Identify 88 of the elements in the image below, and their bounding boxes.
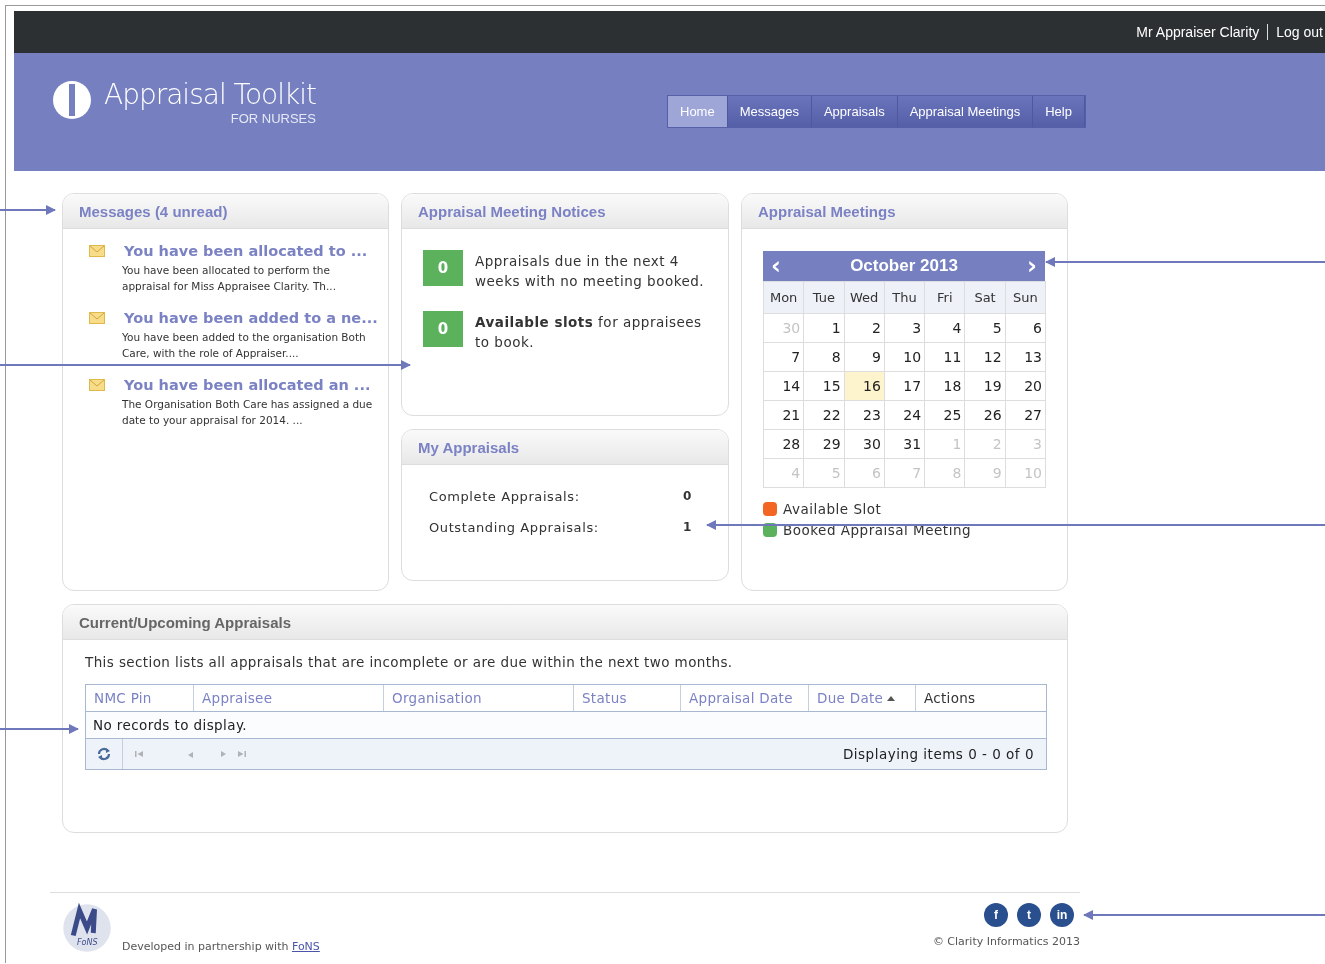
nav-tab[interactable]: Messages: [727, 96, 812, 127]
calendar-day[interactable]: 15: [803, 371, 845, 401]
logout-link[interactable]: Log out: [1276, 24, 1323, 40]
weekday-header: Fri: [924, 281, 965, 314]
social-link[interactable]: in: [1050, 903, 1074, 927]
social-link[interactable]: f: [984, 903, 1008, 927]
calendar-day[interactable]: 29: [803, 429, 845, 459]
weekday-header: Thu: [884, 281, 925, 314]
calendar-day[interactable]: 13: [1005, 342, 1046, 372]
calendar-day[interactable]: 30: [844, 429, 885, 459]
calendar-day[interactable]: 10: [884, 342, 925, 372]
empty-message: No records to display.: [93, 717, 248, 733]
calendar-day[interactable]: 22: [803, 400, 845, 430]
weekday-header: Tue: [803, 281, 845, 314]
refresh-icon[interactable]: [97, 747, 111, 761]
section-description: This section lists all appraisals that are incomplete or are due within the next two months.: [85, 654, 734, 670]
calendar-day[interactable]: 19: [964, 371, 1006, 401]
copyright: © Clarity Informatics 2013: [932, 935, 1080, 948]
column-header[interactable]: Actions: [916, 685, 1046, 711]
calendar-day[interactable]: 8: [803, 342, 845, 372]
user-name: Mr Appraiser Clarity: [1136, 24, 1260, 40]
calendar-day[interactable]: 4: [924, 313, 965, 343]
stat-label: Outstanding Appraisals:: [429, 520, 599, 535]
previous-month-button[interactable]: ‹: [763, 254, 789, 278]
credit-text: Developed in partnership with FoNS: [122, 940, 320, 953]
next-month-button[interactable]: ›: [1019, 254, 1045, 278]
calendar-day[interactable]: 11: [924, 342, 965, 372]
legend-label: Available Slot: [783, 500, 882, 517]
column-header[interactable]: Appraisee: [194, 685, 384, 711]
calendar-day[interactable]: 26: [964, 400, 1006, 430]
stat-value: 1: [683, 520, 692, 535]
weekday-header: Wed: [844, 281, 885, 314]
stat-label: Complete Appraisals:: [429, 489, 580, 504]
calendar-day[interactable]: 9: [844, 342, 885, 372]
calendar-day[interactable]: 23: [844, 400, 885, 430]
social-link[interactable]: t: [1017, 903, 1041, 927]
panel-title: Appraisal Meeting Notices: [418, 202, 606, 220]
month-title: October 2013: [850, 256, 958, 276]
calendar-day[interactable]: 17: [884, 371, 925, 401]
partner-logo: FoNS: [62, 903, 112, 955]
message-subject[interactable]: You have been added to a ne...: [124, 310, 378, 326]
calendar-day[interactable]: 28: [763, 429, 804, 459]
message-preview: The Organisation Both Care has assigned a due date to your appraisal for 2014. ...: [122, 397, 374, 428]
calendar-day[interactable]: 24: [884, 400, 925, 430]
calendar-day[interactable]: 7: [763, 342, 804, 372]
message-preview: You have been allocated to perform the appraisal for Miss Appraisee Clarity. Th...: [122, 263, 338, 294]
calendar-day[interactable]: 20: [1005, 371, 1046, 401]
calendar-day[interactable]: 25: [924, 400, 965, 430]
panel-title: My Appraisals: [418, 438, 520, 456]
message-preview: You have been added to the organisation Both Care, with the role of Appraiser....: [122, 330, 367, 361]
notice-text: Available slots for appraisees to book.: [475, 313, 703, 352]
calendar-day[interactable]: 1: [803, 313, 845, 343]
count-badge: 0: [423, 250, 463, 286]
calendar-day[interactable]: 18: [924, 371, 965, 401]
column-header[interactable]: Organisation: [384, 685, 574, 711]
pager-info: Displaying items 0 - 0 of 0: [842, 746, 1034, 762]
logo-icon: [52, 80, 92, 120]
calendar-day[interactable]: 31: [884, 429, 925, 459]
panel-title: Current/Upcoming Appraisals: [79, 613, 291, 631]
annotation-arrow: [0, 205, 56, 215]
calendar-day[interactable]: 5: [964, 313, 1006, 343]
message-subject[interactable]: You have been allocated an ...: [124, 377, 371, 393]
column-header[interactable]: Status: [574, 685, 681, 711]
calendar-day[interactable]: 27: [1005, 400, 1046, 430]
calendar-day[interactable]: 2: [844, 313, 885, 343]
app-title: Appraisal Toolkit: [104, 78, 316, 111]
column-header[interactable]: NMC Pin: [86, 685, 194, 711]
calendar-day[interactable]: 14: [763, 371, 804, 401]
column-header[interactable]: Due Date: [809, 685, 916, 711]
calendar-day[interactable]: 21: [763, 400, 804, 430]
partner-link[interactable]: FoNS: [291, 940, 320, 953]
calendar-day[interactable]: 12: [964, 342, 1006, 372]
message-subject[interactable]: You have been allocated to ...: [124, 243, 368, 259]
app-subtitle: FOR NURSES: [230, 111, 316, 126]
notice-text: Appraisals due in the next 4 weeks with no meeting booked.: [475, 252, 705, 291]
weekday-header: Sat: [964, 281, 1006, 314]
nav-tab[interactable]: Appraisal Meetings: [897, 96, 1034, 127]
calendar-day[interactable]: 6: [1005, 313, 1046, 343]
weekday-header: Mon: [763, 281, 804, 314]
column-header[interactable]: Appraisal Date: [681, 685, 809, 711]
count-badge: 0: [423, 311, 463, 347]
panel-title: Messages (4 unread): [79, 202, 228, 220]
calendar-day[interactable]: 3: [884, 313, 925, 343]
weekday-header: Sun: [1005, 281, 1046, 314]
stat-value: 0: [683, 489, 692, 504]
nav-tab[interactable]: Help: [1033, 96, 1085, 127]
panel-title: Appraisal Meetings: [758, 202, 896, 220]
nav-tab[interactable]: Appraisals: [811, 96, 898, 127]
